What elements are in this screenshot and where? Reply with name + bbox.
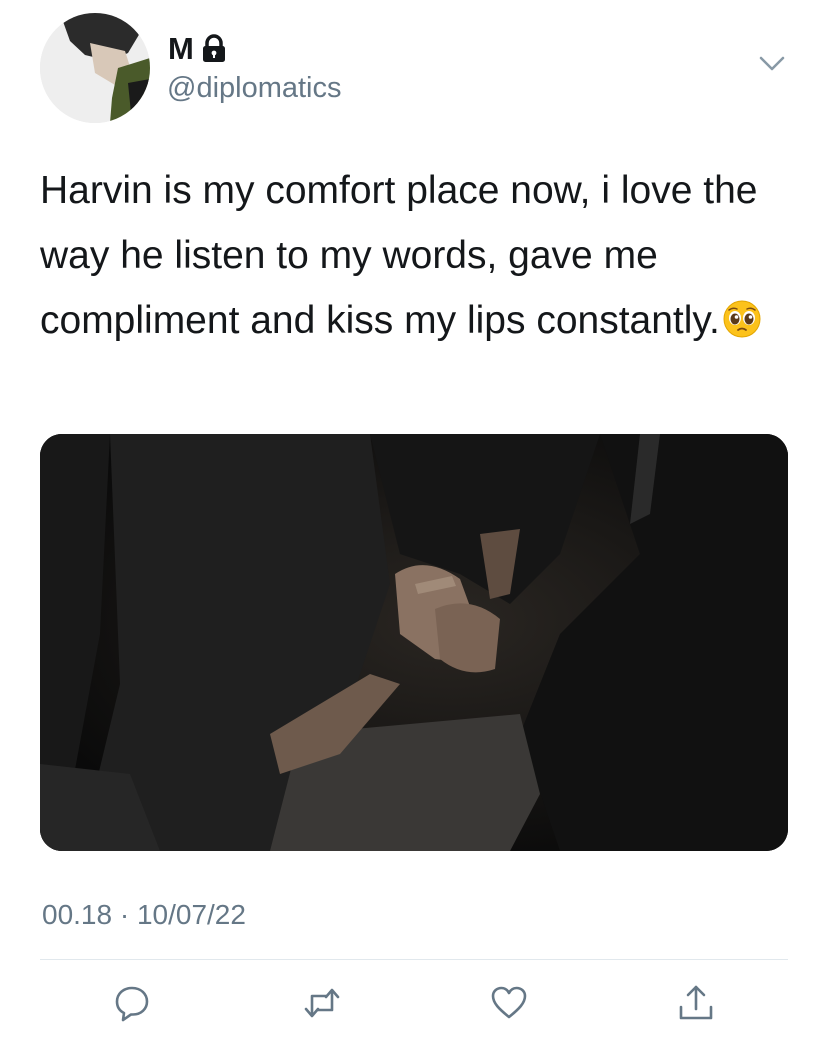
lock-icon bbox=[200, 34, 228, 64]
chevron-down-icon[interactable] bbox=[758, 55, 786, 73]
share-icon[interactable] bbox=[676, 983, 716, 1023]
tweet-timestamp[interactable]: 00.18 · 10/07/22 bbox=[42, 898, 246, 932]
tweet-text-content: Harvin is my comfort place now, i love t… bbox=[40, 169, 758, 342]
heart-icon[interactable] bbox=[489, 983, 529, 1023]
handle[interactable]: @diplomatics bbox=[167, 71, 342, 105]
tweet-actions-bar bbox=[40, 975, 788, 1031]
avatar[interactable] bbox=[40, 13, 150, 123]
photo-image bbox=[40, 434, 788, 851]
tweet-media-photo[interactable] bbox=[40, 434, 788, 851]
pleading-face-emoji bbox=[722, 294, 762, 338]
tweet-header: M @diplomatics bbox=[40, 13, 790, 123]
divider bbox=[40, 959, 788, 960]
avatar-image bbox=[40, 13, 150, 123]
name-row: M bbox=[168, 31, 228, 67]
display-name[interactable]: M bbox=[168, 31, 194, 67]
reply-icon[interactable] bbox=[112, 983, 152, 1023]
retweet-icon[interactable] bbox=[302, 983, 342, 1023]
tweet-text: Harvin is my comfort place now, i love t… bbox=[40, 158, 790, 353]
